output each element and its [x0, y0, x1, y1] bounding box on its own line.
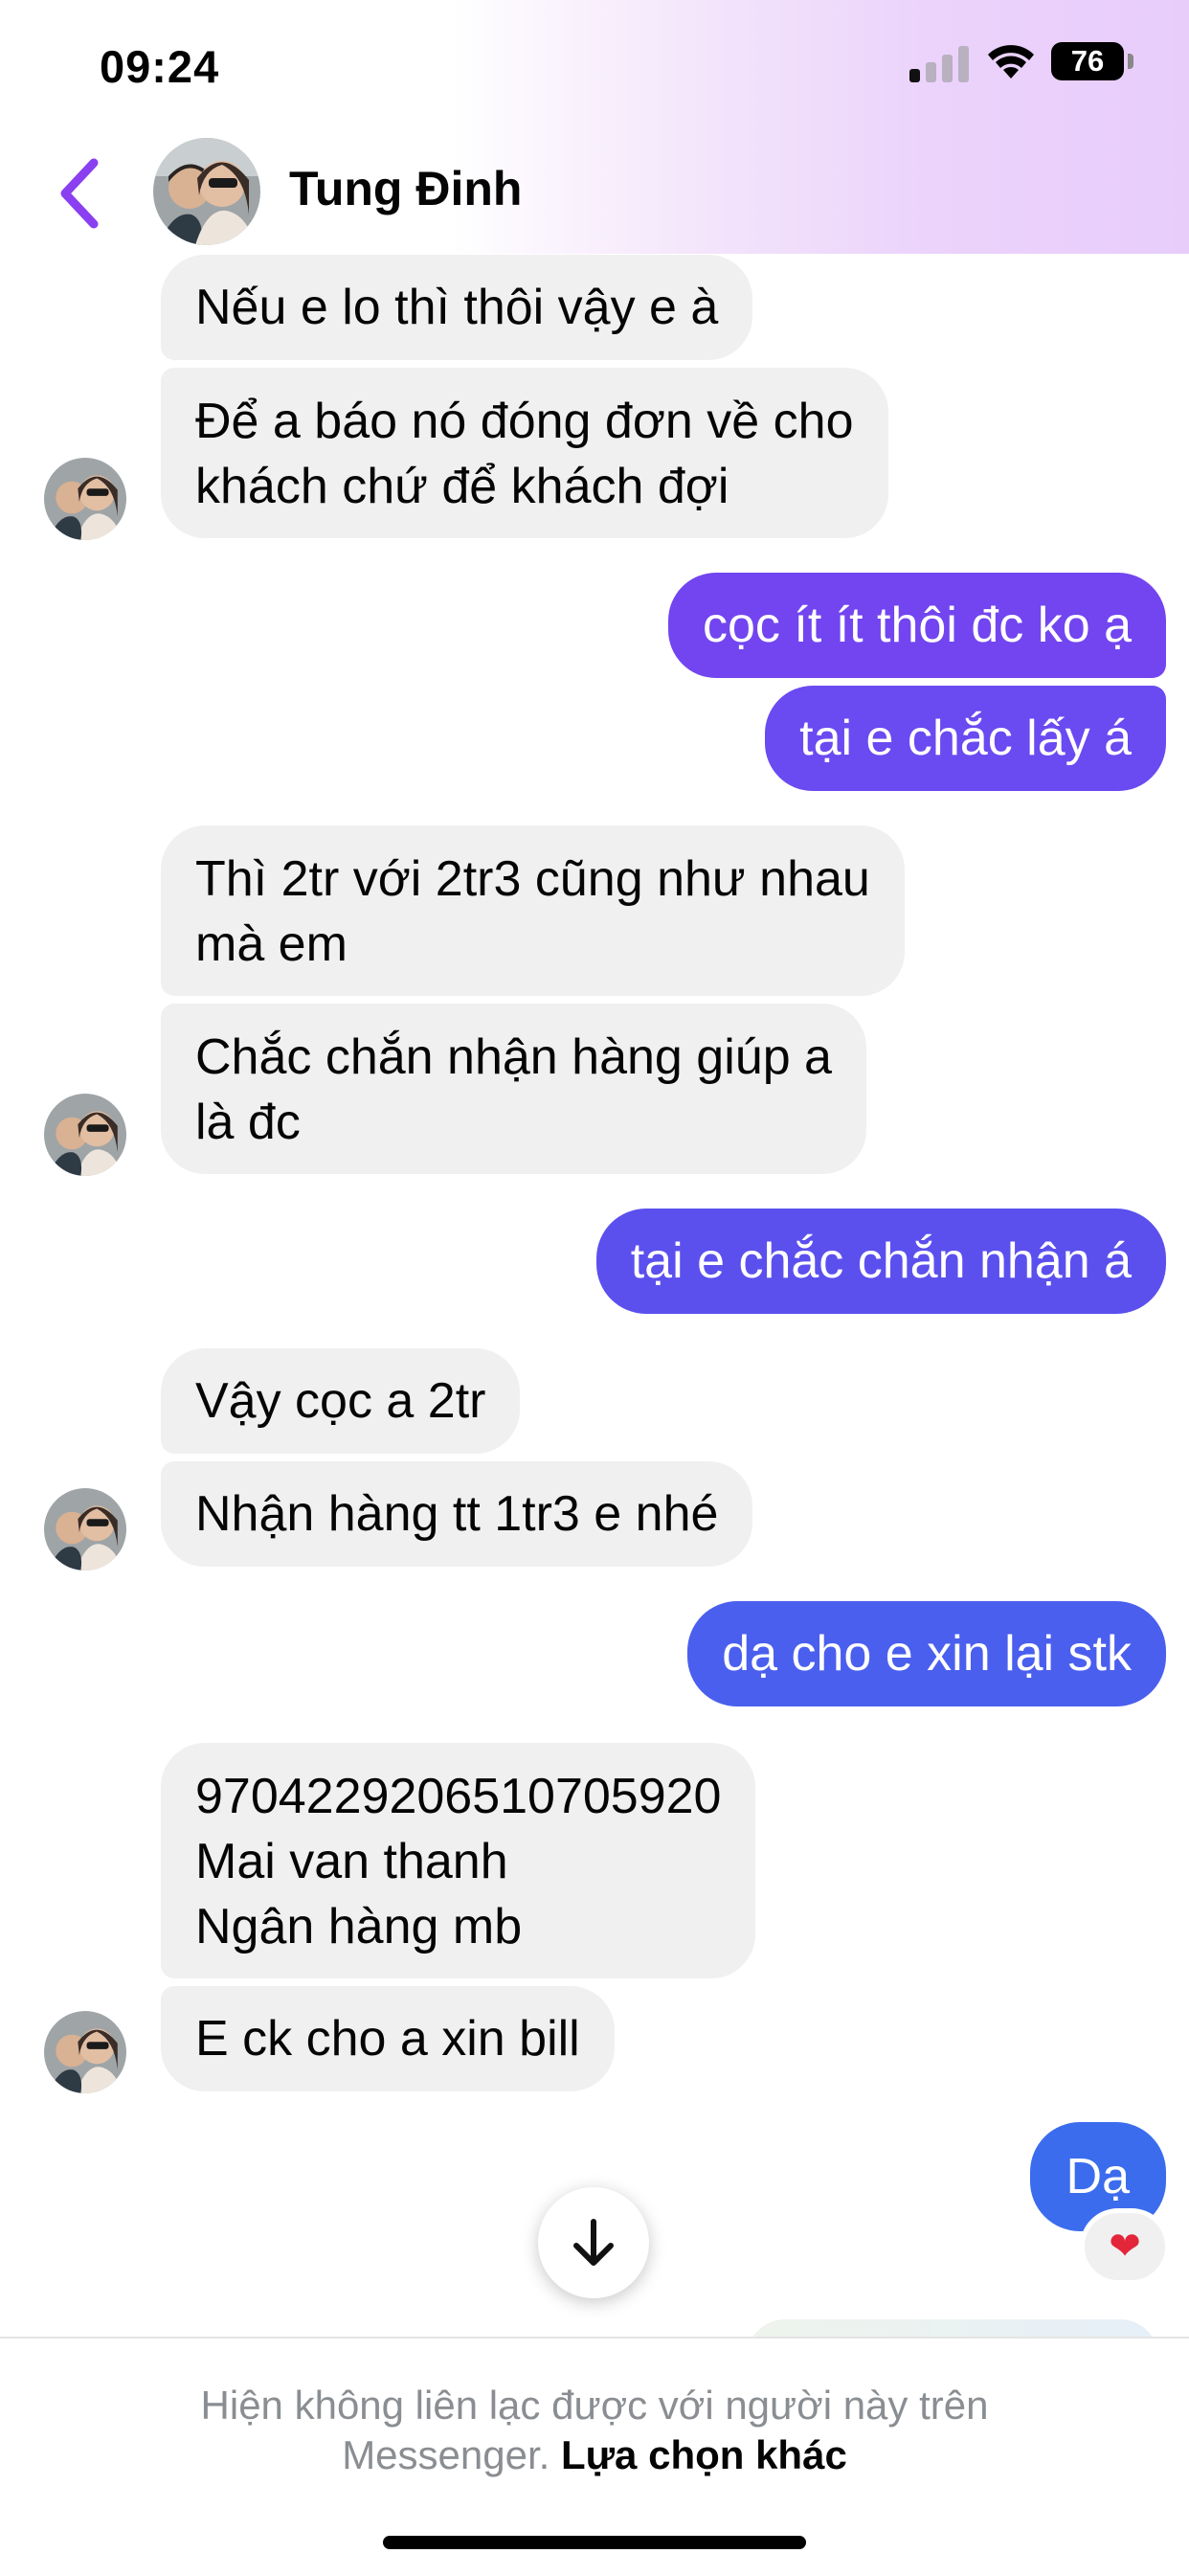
message-text: Vậy cọc a 2tr: [195, 1373, 486, 1429]
message-text-line: Ngân hàng mb: [195, 1899, 523, 1955]
wifi-icon: [988, 45, 1034, 79]
message-text-line: Chắc chắn nhận hàng giúp a: [195, 1029, 832, 1085]
contact-name[interactable]: Tung Đinh: [289, 161, 522, 216]
message-text: Dạ: [1066, 2149, 1130, 2204]
battery-cap: [1128, 54, 1133, 69]
message-bubble-outgoing[interactable]: cọc ít ít thôi đc ko ạ: [668, 573, 1166, 678]
status-time: 09:24: [100, 41, 220, 92]
message-text-line: Thì 2tr với 2tr3 cũng như nhau: [195, 851, 870, 907]
contact-avatar[interactable]: [153, 138, 260, 245]
message-text: Nếu e lo thì thôi vậy e à: [195, 280, 719, 335]
message-text: tại e chắc chắn nhận á: [630, 1233, 1132, 1289]
status-bar: 09:24 76: [0, 0, 1189, 124]
message-text: tại e chắc lấy á: [799, 711, 1132, 766]
sender-avatar[interactable]: [44, 1488, 126, 1570]
message-text-line: khách chứ để khách đợi: [195, 459, 729, 514]
message-text-line: Mai van thanh: [195, 1834, 508, 1889]
message-bubble-incoming[interactable]: Nhận hàng tt 1tr3 e nhé: [161, 1461, 753, 1567]
scroll-to-bottom-button[interactable]: [538, 2187, 649, 2298]
message-text: dạ cho e xin lại stk: [722, 1626, 1132, 1682]
notice-line-2: Messenger.: [342, 2432, 550, 2477]
message-text-line: là đc: [195, 1095, 301, 1150]
message-bubble-incoming[interactable]: 9704229206510705920 Mai van thanh Ngân h…: [161, 1743, 756, 1978]
message-bubble-incoming[interactable]: Thì 2tr với 2tr3 cũng như nhau mà em: [161, 825, 905, 996]
sender-avatar[interactable]: [44, 1094, 126, 1176]
message-text-line: 9704229206510705920: [195, 1769, 722, 1824]
message-bubble-incoming[interactable]: Để a báo nó đóng đơn về cho khách chứ để…: [161, 368, 888, 538]
message-bubble-incoming[interactable]: E ck cho a xin bill: [161, 1986, 615, 2091]
heart-icon[interactable]: ❤: [1080, 2208, 1170, 2285]
message-text-line: mà em: [195, 916, 348, 972]
sender-avatar[interactable]: [44, 458, 126, 540]
home-indicator[interactable]: [383, 2536, 806, 2549]
other-options-link[interactable]: Lựa chọn khác: [561, 2432, 847, 2477]
message-bubble-incoming[interactable]: Nếu e lo thì thôi vậy e à: [161, 255, 753, 360]
message-text: E ck cho a xin bill: [195, 2011, 580, 2067]
message-bubble-outgoing[interactable]: dạ cho e xin lại stk: [687, 1601, 1166, 1706]
chat-header: Tung Đinh: [0, 134, 1189, 249]
notice-text: Hiện không liên lạc được với người này t…: [0, 2381, 1189, 2480]
message-text: cọc ít ít thôi đc ko ạ: [703, 598, 1132, 653]
message-bubble-incoming[interactable]: Vậy cọc a 2tr: [161, 1348, 521, 1454]
cellular-signal-icon: [909, 46, 969, 82]
notice-line-1: Hiện không liên lạc được với người này t…: [200, 2383, 989, 2428]
sender-avatar[interactable]: [44, 2011, 126, 2093]
message-bubble-outgoing[interactable]: tại e chắc chắn nhận á: [595, 1209, 1166, 1314]
message-bubble-outgoing[interactable]: tại e chắc lấy á: [765, 686, 1166, 791]
message-text-line: Để a báo nó đóng đơn về cho: [195, 394, 854, 449]
back-chevron-icon[interactable]: [56, 155, 103, 232]
message-bubble-incoming[interactable]: Chắc chắn nhận hàng giúp a là đc: [161, 1004, 866, 1174]
arrow-down-icon: [573, 2219, 614, 2266]
battery-icon: 76: [1051, 42, 1124, 80]
message-text: Nhận hàng tt 1tr3 e nhé: [195, 1486, 719, 1542]
composer-unavailable-notice: Hiện không liên lạc được với người này t…: [0, 2337, 1189, 2576]
